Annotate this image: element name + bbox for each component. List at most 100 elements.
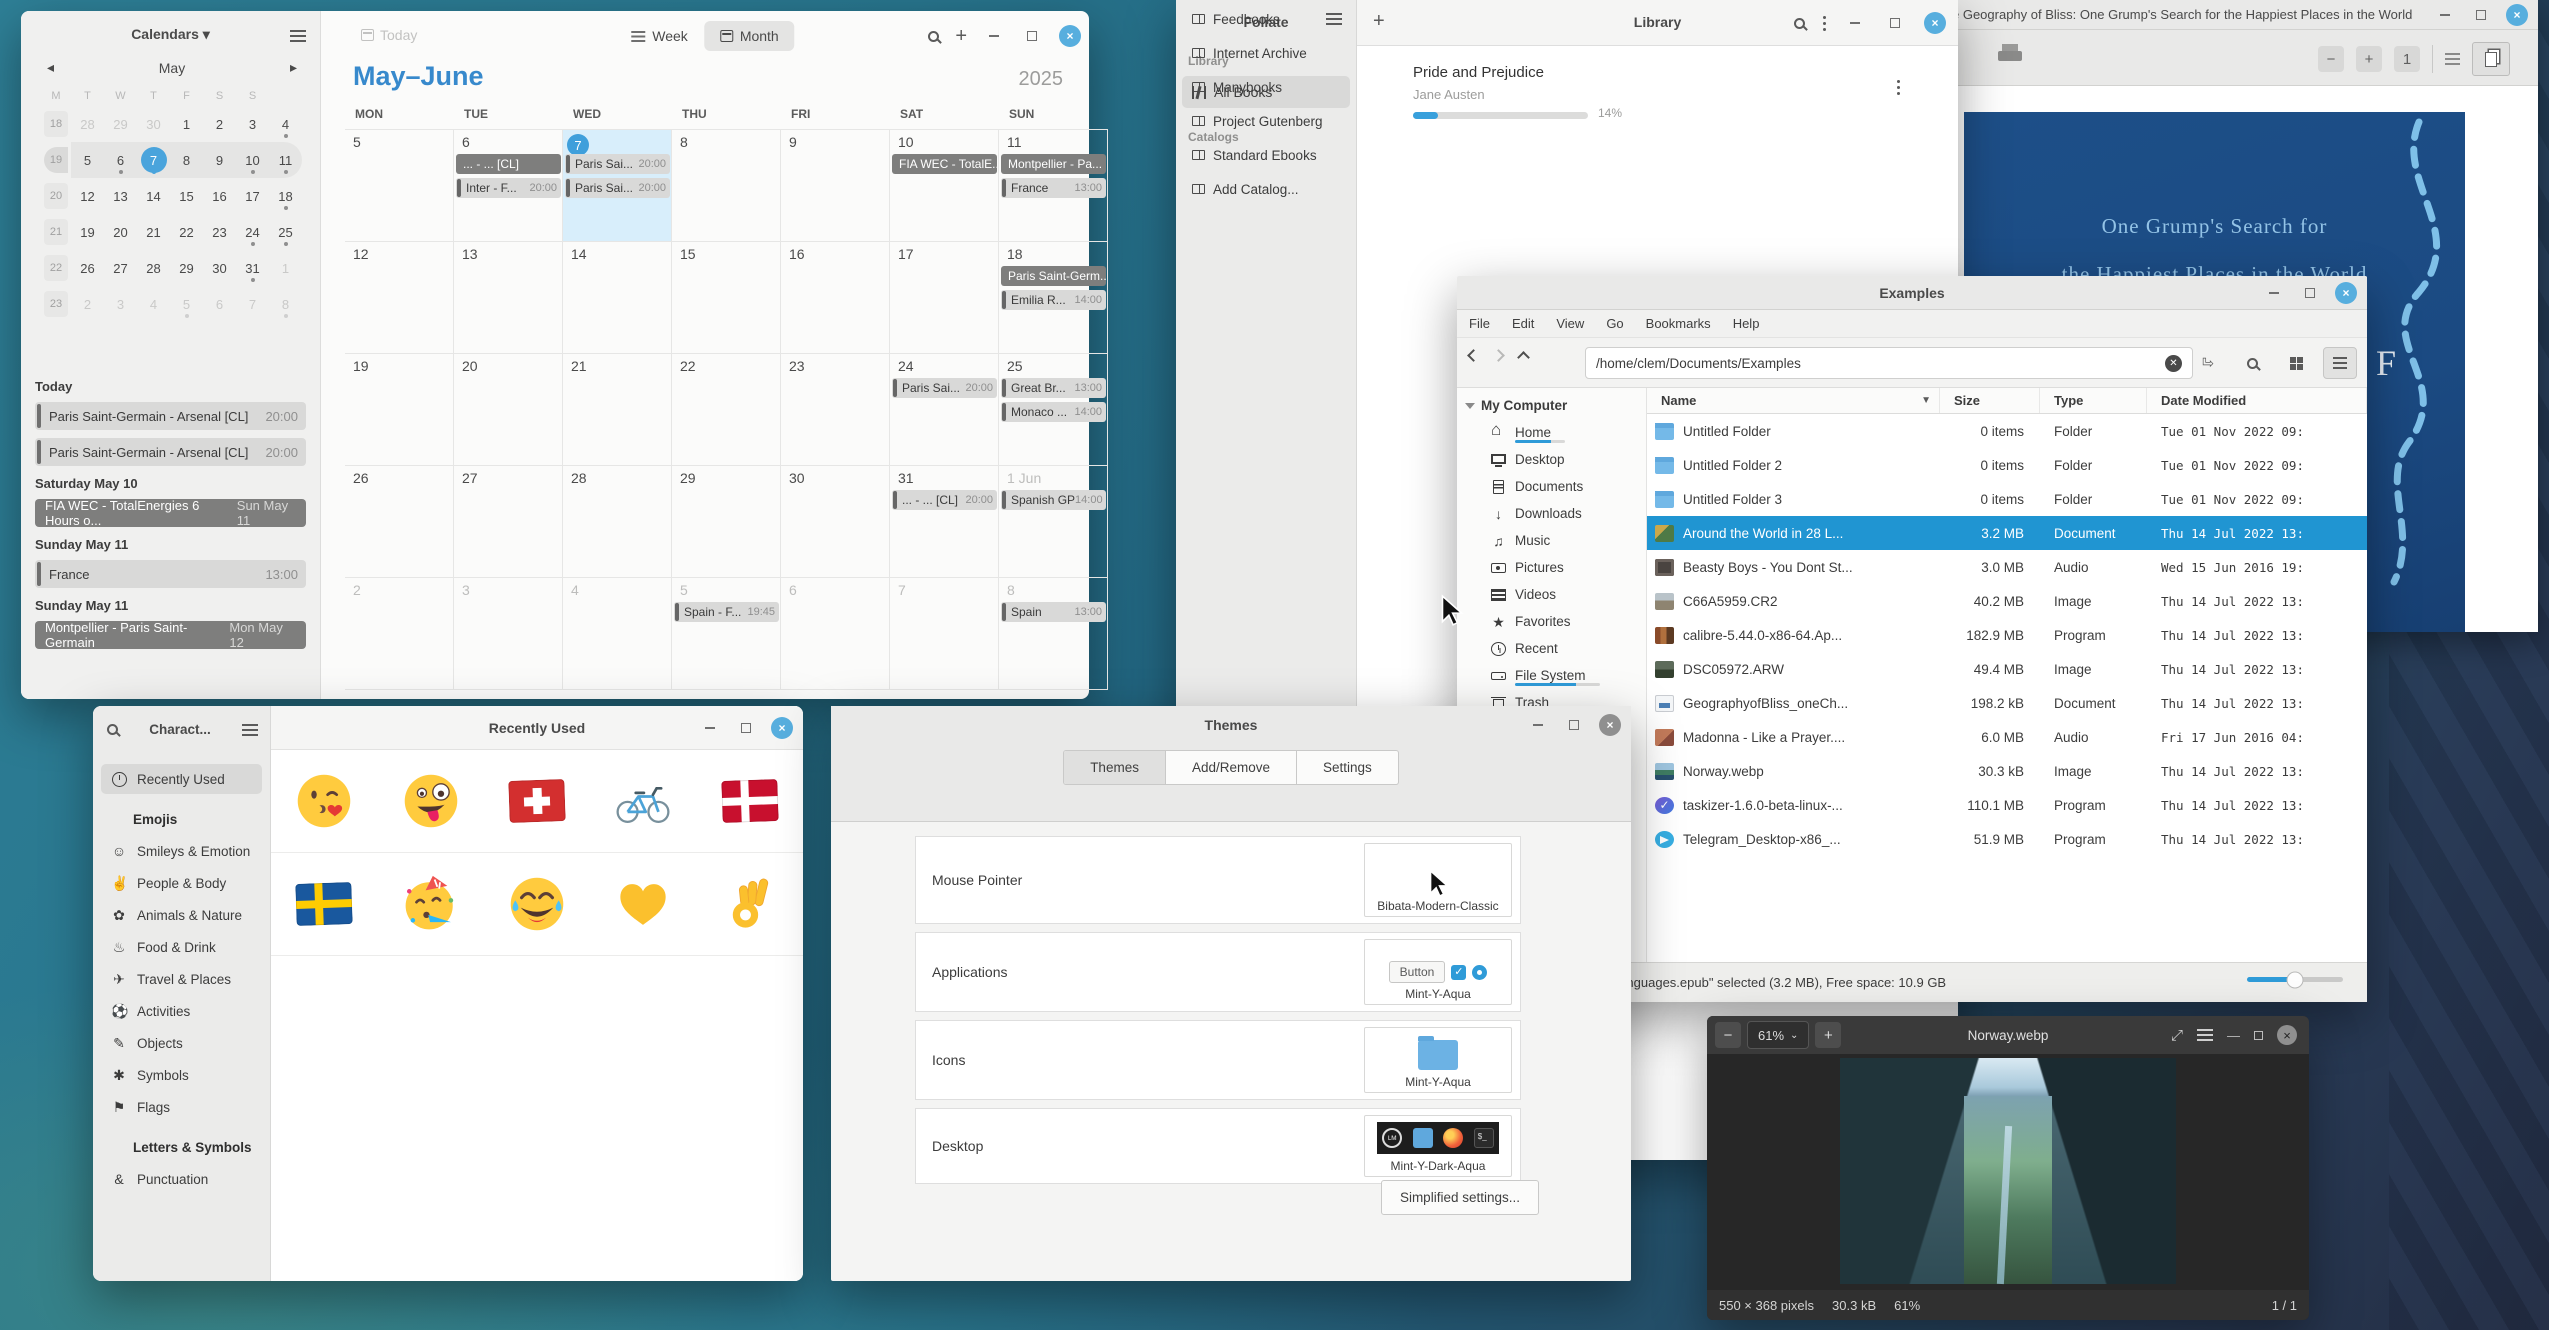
mini-day-cell[interactable]: 5 xyxy=(71,142,104,178)
week-view-button[interactable]: Week xyxy=(615,21,704,51)
mini-day-cell[interactable]: 16 xyxy=(203,178,236,214)
file-row[interactable]: Beasty Boys - You Dont St... 3.0 MB Audi… xyxy=(1647,550,2367,584)
calendar-event-pill[interactable]: ... - ... [CL] xyxy=(456,154,561,174)
sidebar-category-item[interactable]: ⚑ Flags xyxy=(101,1092,262,1122)
mini-day-cell[interactable]: 1 xyxy=(170,106,203,142)
toggle-location-entry-button[interactable]: ⏎ xyxy=(2191,347,2225,379)
minimize-button[interactable] xyxy=(1527,714,1549,736)
foliate-headerbar[interactable]: + Library × xyxy=(1357,0,1958,46)
calendar-day-cell[interactable]: 31 xyxy=(890,466,999,578)
menu-item[interactable]: Bookmarks xyxy=(1646,316,1711,331)
agenda-item[interactable]: Sunday May 11 xyxy=(35,598,306,613)
sidebar-category-item[interactable]: ✱ Symbols xyxy=(101,1060,262,1090)
agenda-item[interactable]: Saturday May 10 xyxy=(35,476,306,491)
today-button[interactable]: Today xyxy=(361,27,417,43)
sidebar-item-catalog[interactable]: Project Gutenberg xyxy=(1182,106,1362,136)
column-size[interactable]: Size xyxy=(1940,388,2040,413)
calendar-day-cell[interactable]: 27 xyxy=(454,466,563,578)
calendar-event-pill[interactable]: FIA WEC - TotalE... xyxy=(892,154,997,174)
continuous-view-icon[interactable] xyxy=(2445,53,2460,65)
mini-day-cell[interactable]: 5 xyxy=(170,286,203,322)
calendar-event-pill[interactable]: Paris Sai... 20:00 xyxy=(565,178,670,198)
minimize-button[interactable] xyxy=(2434,4,2456,26)
calendar-day-cell[interactable]: 22 xyxy=(672,354,781,466)
emoji-ok-hand[interactable] xyxy=(697,853,803,956)
characters-headerbar[interactable]: Recently Used × xyxy=(271,706,803,750)
emoji-face-with-tears-of-joy[interactable] xyxy=(484,853,590,956)
mini-day-cell[interactable]: 6 xyxy=(104,142,137,178)
emoji-partying-face[interactable] xyxy=(377,853,483,956)
icons-theme-button[interactable]: Mint-Y-Aqua xyxy=(1364,1027,1512,1093)
mini-day-cell[interactable]: 7 xyxy=(236,286,269,322)
agenda-item[interactable]: FIA WEC - TotalEnergies 6 Hours o... Sun… xyxy=(35,499,306,527)
file-row[interactable]: Norway.webp 30.3 kB Image Thu 14 Jul 202… xyxy=(1647,754,2367,788)
viewer-headerbar[interactable]: − 61% ⌄ + Norway.webp ⤢ — × xyxy=(1707,1016,2309,1054)
hamburger-menu-icon[interactable] xyxy=(290,35,306,37)
mini-day-cell[interactable]: 29 xyxy=(170,250,203,286)
applications-theme-button[interactable]: Button ✓ Mint-Y-Aqua xyxy=(1364,939,1512,1005)
calendar-day-cell[interactable]: 28 xyxy=(563,466,672,578)
mini-day-cell[interactable]: 30 xyxy=(203,250,236,286)
tab-settings[interactable]: Settings xyxy=(1297,751,1398,784)
calendar-event-pill[interactable]: Great Br... 13:00 xyxy=(1001,378,1106,398)
mini-day-cell[interactable]: 27 xyxy=(104,250,137,286)
mini-day-cell[interactable]: 18 xyxy=(269,178,302,214)
mini-day-cell[interactable]: 13 xyxy=(104,178,137,214)
calendar-event-pill[interactable]: ... - ... [CL] 20:00 xyxy=(892,490,997,510)
calendar-day-cell[interactable]: 19 xyxy=(345,354,454,466)
sidebar-place-item[interactable]: Favorites xyxy=(1457,608,1646,635)
sidebar-item-catalog[interactable]: Feedbooks xyxy=(1182,4,1362,34)
calendar-day-cell[interactable]: 2 xyxy=(345,578,454,690)
mini-day-cell[interactable]: 22 xyxy=(170,214,203,250)
tab-themes[interactable]: Themes xyxy=(1064,751,1166,784)
calendar-day-cell[interactable]: 12 xyxy=(345,242,454,354)
calendar-event-pill[interactable]: Spain - F... 19:45 xyxy=(674,602,779,622)
calendar-day-cell[interactable]: 20 xyxy=(454,354,563,466)
kebab-menu-icon[interactable] xyxy=(1823,22,1826,25)
sidebar-item-catalog[interactable]: Manybooks xyxy=(1182,72,1362,102)
sidebar-category-item[interactable]: Letters & Symbols xyxy=(101,1132,262,1162)
back-icon[interactable] xyxy=(1467,349,1480,362)
calendar-day-cell[interactable]: 26 xyxy=(345,466,454,578)
emoji-flag-denmark[interactable] xyxy=(697,750,803,853)
maximize-button[interactable] xyxy=(2470,4,2492,26)
emoji-yellow-heart[interactable] xyxy=(590,853,696,956)
mini-day-cell[interactable]: 19 xyxy=(71,214,104,250)
calendar-day-cell[interactable]: 7 xyxy=(890,578,999,690)
sidebar-place-item[interactable]: Videos xyxy=(1457,581,1646,608)
file-row[interactable]: C66A5959.CR2 40.2 MB Image Thu 14 Jul 20… xyxy=(1647,584,2367,618)
print-icon[interactable] xyxy=(1998,44,2024,66)
file-row[interactable]: Untitled Folder 3 0 items Folder Tue 01 … xyxy=(1647,482,2367,516)
calendar-event-pill[interactable]: France 13:00 xyxy=(1001,178,1106,198)
calendar-day-cell[interactable]: 1 Jun xyxy=(999,466,1108,578)
calendar-event-pill[interactable]: Paris Sai... 20:00 xyxy=(565,154,670,174)
book-options-icon[interactable] xyxy=(1897,86,1900,89)
menu-item[interactable]: View xyxy=(1556,316,1584,331)
calendar-day-cell[interactable]: 29 xyxy=(672,466,781,578)
close-icon[interactable]: × xyxy=(2506,4,2528,26)
mini-day-cell[interactable]: 20 xyxy=(44,183,68,209)
new-event-icon[interactable]: + xyxy=(955,26,967,46)
mini-day-cell[interactable]: 25 xyxy=(269,214,302,250)
mini-day-cell[interactable]: 18 xyxy=(44,111,68,137)
agenda-item[interactable]: France 13:00 xyxy=(35,560,306,588)
tab-add-remove[interactable]: Add/Remove xyxy=(1166,751,1297,784)
file-row[interactable]: Untitled Folder 2 0 items Folder Tue 01 … xyxy=(1647,448,2367,482)
calendar-day-cell[interactable]: 8 xyxy=(672,130,781,242)
mini-day-cell[interactable]: 8 xyxy=(269,286,302,322)
mini-day-cell[interactable]: 11 xyxy=(269,142,302,178)
mini-day-cell[interactable]: 1 xyxy=(269,250,302,286)
sidebar-category-item[interactable]: ✈ Travel & Places xyxy=(101,964,262,994)
calendar-day-cell[interactable]: 17 xyxy=(890,242,999,354)
zoom-in-button[interactable]: + xyxy=(1815,1022,1841,1048)
mini-day-cell[interactable]: 4 xyxy=(269,106,302,142)
column-type[interactable]: Type xyxy=(2040,388,2147,413)
calendar-day-cell[interactable]: 4 xyxy=(563,578,672,690)
location-bar[interactable]: /home/clem/Documents/Examples ✕ xyxy=(1585,347,2193,379)
zoom-level-dropdown[interactable]: 61% ⌄ xyxy=(1747,1021,1809,1049)
calendar-day-cell[interactable]: 9 xyxy=(781,130,890,242)
calendar-day-cell[interactable]: 3 xyxy=(454,578,563,690)
calendar-day-cell[interactable]: 16 xyxy=(781,242,890,354)
mini-day-cell[interactable]: 7 xyxy=(137,142,170,178)
calendar-day-cell[interactable]: 24 xyxy=(890,354,999,466)
